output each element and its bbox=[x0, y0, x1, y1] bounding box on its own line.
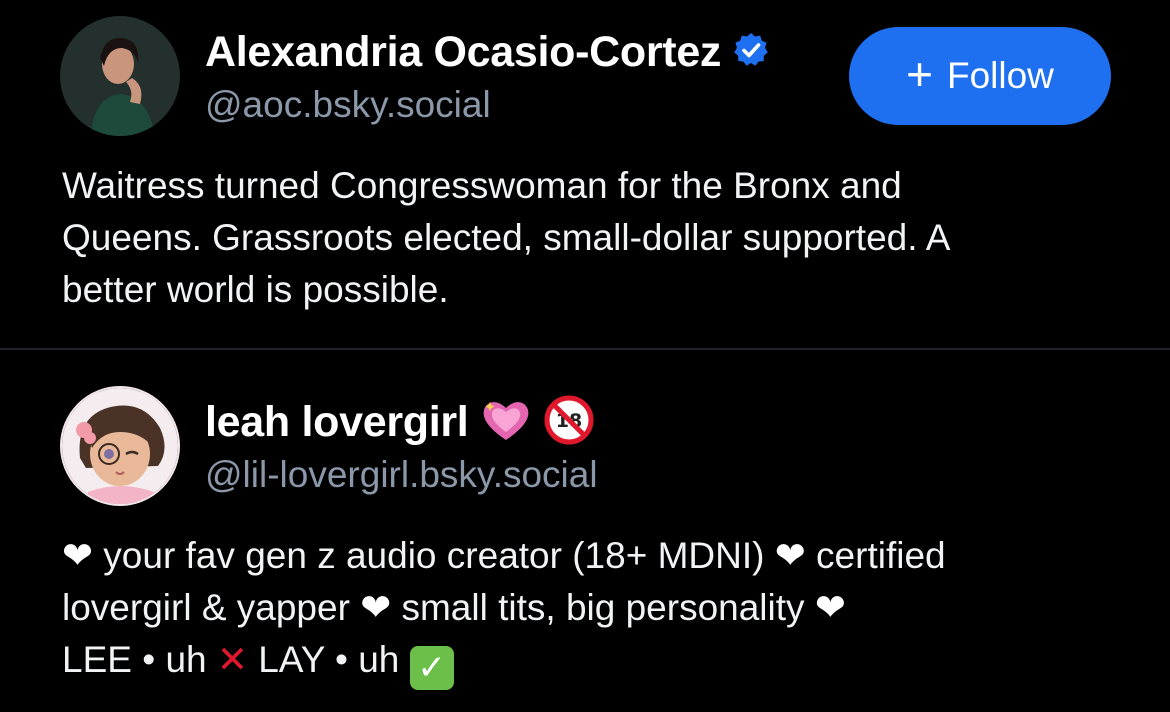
bio-line: Waitress turned Congresswoman for the Br… bbox=[62, 165, 902, 206]
bio-line: ❤ your fav gen z audio creator (18+ MDNI… bbox=[62, 530, 1122, 582]
sparkling-heart-icon bbox=[480, 396, 532, 449]
bio-text: small tits, big personality bbox=[401, 587, 805, 628]
bio-text: LEE • uh bbox=[62, 639, 207, 680]
display-name[interactable]: Alexandria Ocasio-Cortez bbox=[205, 28, 721, 77]
heart-icon: ❤ bbox=[774, 535, 806, 576]
heart-icon: ❤ bbox=[62, 535, 94, 576]
red-cross-icon: ✕ bbox=[216, 639, 248, 680]
bio-text: lovergirl & yapper bbox=[62, 587, 350, 628]
bio-line: better world is possible. bbox=[62, 269, 449, 310]
profile-card-aoc[interactable]: Alexandria Ocasio-Cortez @aoc.bsky.socia… bbox=[0, 0, 1170, 348]
name-row: leah lovergirl 18 bbox=[205, 394, 594, 450]
bio-text: LAY • uh bbox=[258, 639, 400, 680]
avatar-illustration-icon bbox=[62, 388, 178, 504]
bio-text: your fav gen z audio creator (18+ MDNI) bbox=[103, 535, 765, 576]
profile-card-leah[interactable]: leah lovergirl 18 @lil-lovergirl.bsky.so… bbox=[0, 350, 1170, 712]
display-name[interactable]: leah lovergirl bbox=[205, 398, 469, 447]
verified-check-icon[interactable] bbox=[733, 32, 769, 73]
follow-label: Follow bbox=[946, 55, 1054, 96]
heart-icon: ❤ bbox=[814, 587, 846, 628]
bio-line: lovergirl & yapper ❤ small tits, big per… bbox=[62, 582, 1122, 634]
bio: ❤ your fav gen z audio creator (18+ MDNI… bbox=[62, 530, 1122, 690]
plus-icon: + bbox=[906, 48, 933, 100]
bio-line: LEE • uh ✕ LAY • uh ✓ bbox=[62, 634, 1122, 690]
avatar[interactable] bbox=[60, 386, 180, 506]
avatar-photo-icon bbox=[60, 16, 180, 136]
bio: Waitress turned Congresswoman for the Br… bbox=[62, 160, 1122, 316]
handle[interactable]: @aoc.bsky.social bbox=[205, 84, 491, 126]
avatar[interactable] bbox=[60, 16, 180, 136]
no-one-under-18-icon: 18 bbox=[544, 395, 594, 450]
handle[interactable]: @lil-lovergirl.bsky.social bbox=[205, 454, 598, 496]
green-check-icon: ✓ bbox=[409, 646, 454, 690]
name-row: Alexandria Ocasio-Cortez bbox=[205, 24, 769, 80]
heart-icon: ❤ bbox=[360, 587, 392, 628]
bio-text: certified bbox=[816, 535, 946, 576]
bio-line: Queens. Grassroots elected, small-dollar… bbox=[62, 217, 951, 258]
follow-button[interactable]: + Follow bbox=[849, 27, 1111, 125]
